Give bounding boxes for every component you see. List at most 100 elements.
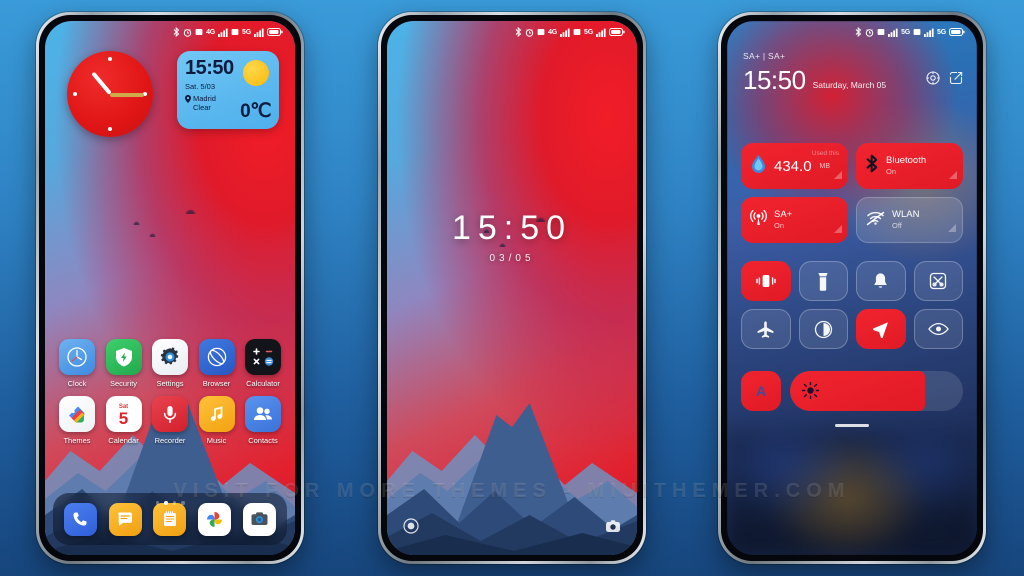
phone-screen: 5G 5G SA+ | SA+ 15:50 Saturday, March 05 — [727, 21, 977, 555]
sim2-card-icon — [573, 28, 581, 36]
app-recorder[interactable]: Recorder — [148, 396, 192, 445]
phone-frame: 4G 5G 15:50 03/05 — [378, 12, 646, 564]
sim1-network-label: 4G — [206, 28, 216, 36]
sim2-signal-icon — [924, 28, 934, 37]
flashlight-icon — [818, 272, 828, 291]
bluetooth-icon — [865, 154, 879, 178]
bird-icon — [185, 209, 196, 214]
app-settings[interactable]: Settings — [148, 339, 192, 388]
app-label: Browser — [202, 379, 231, 388]
calendar-day: 5 — [118, 408, 129, 428]
app-themes[interactable]: Themes — [55, 396, 99, 445]
expand-corner-icon[interactable] — [948, 219, 956, 237]
phone-screen: 4G 5G 15:50 03/05 — [387, 21, 637, 555]
page-dot[interactable] — [181, 501, 185, 505]
vibrate-icon — [756, 275, 776, 287]
auto-rotate-label: A — [755, 383, 767, 399]
toggle-ring[interactable] — [856, 261, 906, 301]
toggle-location[interactable] — [856, 309, 906, 349]
phone-icon[interactable] — [63, 502, 97, 536]
status-bar: 4G 5G — [387, 21, 637, 43]
app-security[interactable]: Security — [102, 339, 146, 388]
airplane-icon — [757, 320, 774, 338]
sim1-card-icon — [195, 28, 203, 36]
security-shield-icon — [105, 339, 142, 375]
control-center-header: SA+ | SA+ 15:50 Saturday, March 05 — [743, 51, 963, 93]
app-grid: Clock Security Settings Browser Calculat… — [55, 339, 285, 453]
control-center-time: 15:50 — [743, 65, 806, 95]
location-pin-icon — [185, 94, 191, 103]
expand-corner-icon[interactable] — [834, 220, 842, 238]
bird-icon — [133, 221, 140, 225]
toggle-flashlight[interactable] — [798, 261, 848, 301]
brightness-slider[interactable] — [790, 371, 963, 411]
lock-screen-time: 15:50 — [451, 209, 573, 247]
app-browser[interactable]: Browser — [195, 339, 239, 388]
flashlight-icon[interactable] — [403, 517, 419, 539]
calculator-icon — [245, 339, 281, 375]
tile-wlan[interactable]: WLAN Off — [856, 197, 963, 243]
sim2-card-icon — [231, 28, 239, 36]
photos-icon[interactable] — [198, 502, 232, 536]
sim1-card-icon — [877, 28, 885, 36]
edit-icon[interactable] — [949, 71, 963, 90]
notes-icon[interactable] — [153, 502, 187, 536]
bluetooth-icon — [855, 27, 862, 37]
alarm-icon — [525, 28, 534, 37]
app-label: Security — [109, 379, 138, 388]
app-calculator[interactable]: Calculator — [241, 339, 285, 388]
tile-title: SA+ — [774, 209, 793, 221]
expand-corner-icon[interactable] — [949, 166, 957, 184]
bluetooth-icon — [515, 27, 522, 37]
drag-handle[interactable] — [835, 424, 869, 427]
phone-frame: 5G 5G SA+ | SA+ 15:50 Saturday, March 05 — [718, 12, 986, 564]
toggle-buttons — [741, 261, 963, 349]
sim2-network-label: 5G — [584, 28, 593, 36]
camera-icon[interactable] — [605, 519, 621, 538]
app-label: Settings — [156, 379, 184, 388]
tile-title: Bluetooth — [886, 155, 927, 167]
auto-rotate-button[interactable]: A — [741, 371, 781, 411]
sim1-signal-icon — [560, 28, 570, 37]
toggle-vibrate[interactable] — [741, 261, 791, 301]
weather-widget[interactable]: 15:50 Sat. 5/03 Madrid Clear 0℃ — [177, 51, 279, 129]
sim2-network-label: 5G — [937, 28, 946, 36]
phone-home-screen: 4G 5G 15:50 Sat. 5/03 Madrid Clear 0℃ Cl… — [36, 12, 304, 564]
toggle-airplane[interactable] — [741, 309, 791, 349]
brightness-icon — [802, 382, 819, 399]
page-dot[interactable] — [172, 501, 176, 505]
tile-sa-network[interactable]: SA+ On — [741, 197, 848, 243]
toggle-screenshot[interactable] — [913, 261, 963, 301]
tile-mobile-data[interactable]: Used this 434.0 MB — [741, 143, 848, 189]
tile-text: WLAN Off — [892, 209, 919, 230]
dark-mode-icon — [814, 320, 832, 338]
settings-gear-icon[interactable] — [926, 71, 940, 90]
tile-bluetooth[interactable]: Bluetooth On — [856, 143, 963, 189]
messages-icon[interactable] — [108, 502, 142, 536]
app-label: Clock — [67, 379, 87, 388]
toggle-eye-care[interactable] — [913, 309, 963, 349]
page-dot-active[interactable] — [164, 501, 168, 505]
lock-shortcuts — [387, 515, 637, 541]
camera-icon[interactable] — [243, 502, 277, 536]
page-dot[interactable] — [155, 501, 159, 505]
data-drop-icon — [750, 154, 767, 179]
app-label: Contacts — [248, 436, 278, 445]
app-clock[interactable]: Clock — [55, 339, 99, 388]
app-music[interactable]: Music — [195, 396, 239, 445]
wifi-off-icon — [866, 210, 885, 231]
tile-subtitle: On — [886, 166, 897, 176]
app-contacts[interactable]: Contacts — [241, 396, 285, 445]
sim1-network-label: 5G — [901, 28, 911, 36]
battery-icon — [267, 28, 283, 36]
bird-icon — [149, 233, 156, 237]
app-calendar[interactable]: Sat 5 Calendar — [102, 396, 146, 445]
tile-subtitle: Off — [892, 220, 902, 230]
status-icons: 5G 5G — [855, 27, 965, 37]
expand-corner-icon[interactable] — [834, 166, 842, 184]
toggle-dark-mode[interactable] — [798, 309, 848, 349]
bottom-controls: A — [741, 371, 963, 411]
analog-clock-widget[interactable] — [67, 51, 153, 137]
control-center-date: Saturday, March 05 — [812, 80, 887, 90]
weather-temperature: 0℃ — [240, 101, 271, 122]
